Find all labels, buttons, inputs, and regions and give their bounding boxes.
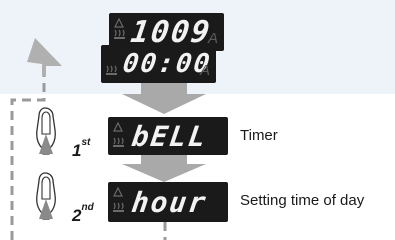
down-arrow-icon-2 xyxy=(122,154,206,182)
display-indicator-icons xyxy=(113,121,124,147)
step-2-ordinal: 2nd xyxy=(72,202,94,225)
time-of-day-display: hour xyxy=(108,182,228,222)
heat-wave-icon xyxy=(113,202,124,212)
loop-arrowhead-icon xyxy=(27,38,62,76)
bell-icon xyxy=(113,121,123,132)
bell-icon xyxy=(113,186,123,197)
heat-wave-icon xyxy=(106,65,117,75)
heat-wave-icon xyxy=(113,137,124,147)
timer-display: bELL xyxy=(108,117,228,155)
loop-back-arrow-icon xyxy=(10,62,46,240)
time-of-day-label: Setting time of day xyxy=(240,192,365,209)
time-of-day-segments: hour xyxy=(129,185,210,219)
display-indicator-icons xyxy=(106,65,117,75)
heat-wave-icon xyxy=(114,29,125,39)
step-1-ordinal: 1st xyxy=(72,137,91,160)
timer-label: Timer xyxy=(240,127,278,144)
bell-icon xyxy=(114,17,124,28)
display-indicator-icons xyxy=(113,186,124,212)
previous-clock-display: 00:00 A xyxy=(101,45,216,83)
auto-indicator: A xyxy=(199,62,210,79)
display-indicator-icons xyxy=(114,17,125,39)
timer-segments: bELL xyxy=(129,119,210,153)
down-arrow-icon xyxy=(122,82,206,114)
